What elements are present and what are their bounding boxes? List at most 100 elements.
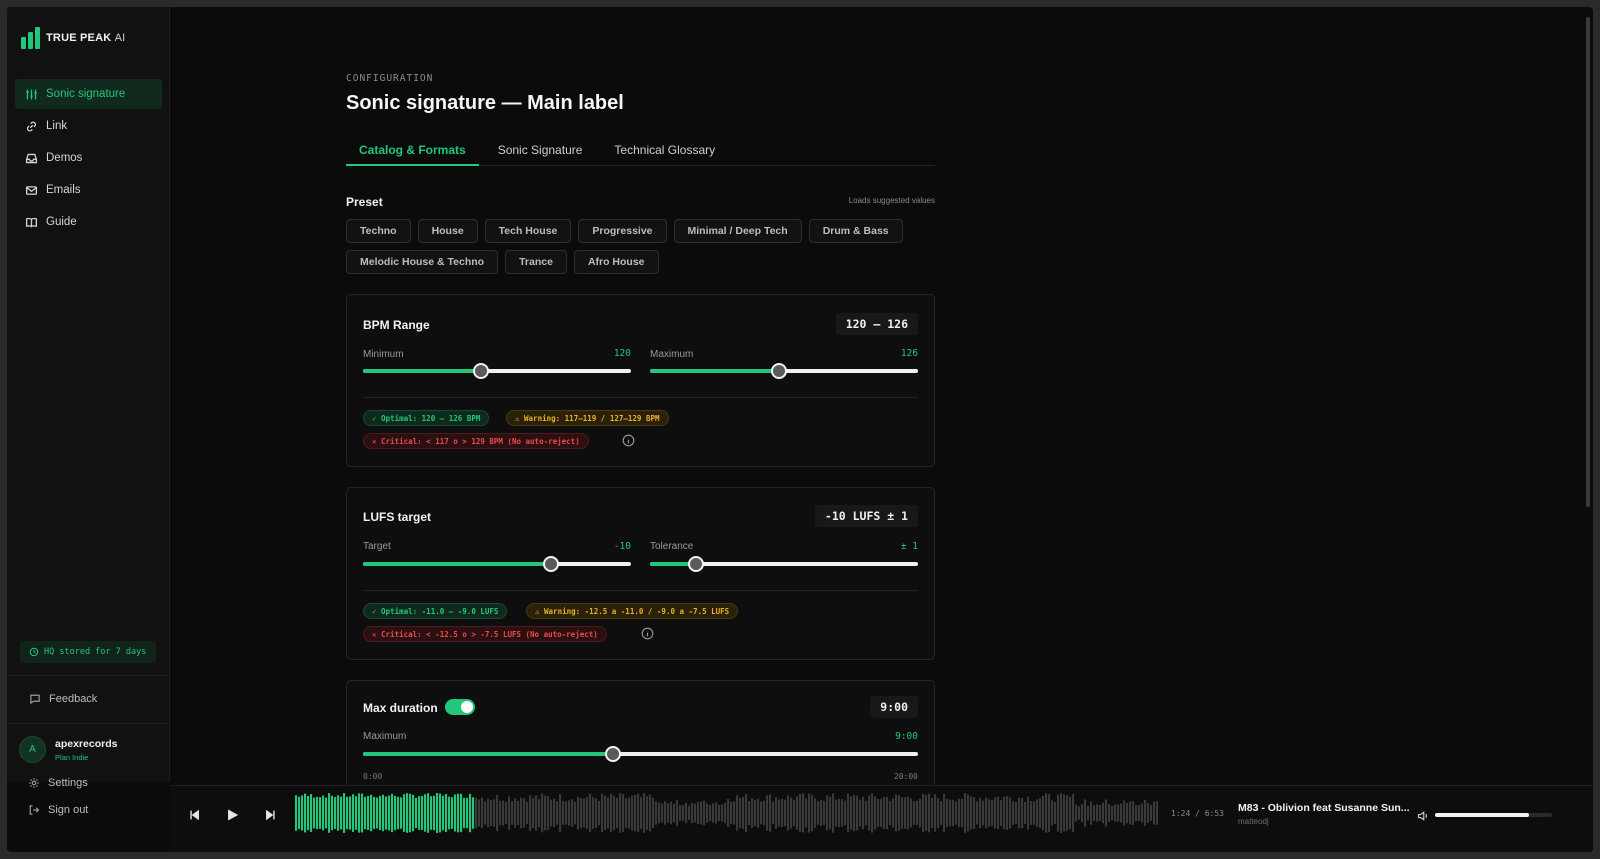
waveform-bar (736, 795, 739, 831)
preset-chip-melodic-house-techno[interactable]: Melodic House & Techno (346, 250, 499, 274)
waveform-bar (622, 794, 625, 832)
user-profile[interactable]: A apexrecords Plan Indie (19, 736, 117, 763)
preset-chip-minimal-deep-tech[interactable]: Minimal / Deep Tech (673, 219, 802, 243)
waveform-bar (970, 796, 973, 830)
feedback-button[interactable]: Feedback (29, 693, 97, 705)
previous-button[interactable] (186, 806, 204, 824)
waveform-bar (937, 798, 940, 828)
waveform-bar (613, 795, 616, 831)
waveform-bar (907, 796, 910, 830)
waveform-bar (682, 804, 685, 822)
slider-thumb[interactable] (472, 363, 489, 379)
sidebar-divider (7, 675, 170, 676)
slider-thumb[interactable] (687, 556, 704, 572)
sidebar-item-link[interactable]: Link (15, 111, 162, 141)
waveform-bar (406, 793, 409, 833)
waveform-bar (520, 797, 523, 829)
waveform-bar (658, 802, 661, 824)
waveform-bar (673, 803, 676, 823)
bpm-max-value: 126 (900, 348, 918, 359)
waveform-bar (1105, 799, 1108, 827)
waveform-bar (559, 794, 562, 832)
waveform-bar (901, 797, 904, 829)
slider-thumb[interactable] (604, 746, 621, 762)
volume-icon[interactable] (1417, 809, 1429, 821)
waveform-bar (325, 797, 328, 829)
slider-thumb[interactable] (542, 556, 559, 572)
logo-icon (21, 27, 40, 49)
waveform-bar (754, 799, 757, 827)
preset-hint: Loads suggested values (848, 196, 935, 205)
waveform-bar (307, 795, 310, 831)
waveform-bar (1009, 797, 1012, 829)
waveform-bar (535, 795, 538, 831)
waveform-bar (610, 793, 613, 833)
waveform-bar (913, 801, 916, 825)
main-content: CONFIGURATION Sonic signature — Main lab… (170, 7, 1593, 785)
waveform-bar (757, 798, 760, 828)
preset-chip-tech-house[interactable]: Tech House (484, 219, 572, 243)
next-button[interactable] (261, 806, 279, 824)
waveform-bar (895, 794, 898, 832)
waveform-bar (421, 796, 424, 830)
lufs-target-slider[interactable] (363, 556, 631, 572)
preset-chip-techno[interactable]: Techno (346, 219, 411, 243)
brand-logo[interactable]: TRUE PEAK AI (21, 27, 125, 49)
info-icon[interactable] (641, 627, 654, 640)
bpm-max-slider[interactable] (650, 363, 918, 379)
preset-chip-house[interactable]: House (417, 219, 478, 243)
waveform-bar (490, 799, 493, 827)
waveform-bar (1138, 804, 1141, 822)
waveform-bar (973, 797, 976, 829)
volume-slider[interactable] (1435, 813, 1552, 817)
preset-chip-drum-bass[interactable]: Drum & Bass (808, 219, 903, 243)
waveform-bar (439, 793, 442, 833)
waveform-bar (835, 799, 838, 827)
preset-chip-afro-house[interactable]: Afro House (573, 250, 659, 274)
waveform-bar (376, 797, 379, 829)
scrollbar[interactable] (1586, 17, 1590, 507)
waveform-bar (571, 799, 574, 827)
waveform-bar (361, 793, 364, 833)
tab-sonic-signature[interactable]: Sonic Signature (485, 137, 596, 166)
tab-technical-glossary[interactable]: Technical Glossary (601, 137, 728, 166)
track-title[interactable]: M83 - Oblivion feat Susanne Sun... (1238, 802, 1410, 814)
lufs-tolerance-slider[interactable] (650, 556, 918, 572)
waveform-bar (748, 801, 751, 825)
sidebar-item-demos[interactable]: Demos (15, 143, 162, 173)
waveform-bar (775, 797, 778, 829)
play-button[interactable] (223, 806, 241, 824)
max-duration-slider[interactable] (363, 746, 918, 762)
waveform-bar (1072, 793, 1075, 833)
waveform-bar (967, 794, 970, 832)
track-artist: matteodj (1238, 817, 1269, 826)
max-duration-value: 9:00 (870, 696, 918, 718)
clock-icon (29, 647, 39, 657)
sidebar-item-emails[interactable]: Emails (15, 175, 162, 205)
waveform-bar (496, 794, 499, 832)
sidebar-item-sonic-signature[interactable]: Sonic signature (15, 79, 162, 109)
sidebar-item-guide[interactable]: Guide (15, 207, 162, 237)
waveform-bar (646, 796, 649, 830)
bpm-range-card: BPM Range 120 – 126 Minimum 120 Maximum … (346, 294, 935, 467)
waveform-bar (841, 799, 844, 827)
waveform-bar (334, 797, 337, 829)
waveform-bar (511, 801, 514, 825)
info-icon[interactable] (622, 434, 635, 447)
waveform-bar (715, 802, 718, 824)
preset-chip-trance[interactable]: Trance (505, 250, 567, 274)
waveform-bar (1093, 805, 1096, 821)
waveform-bar (319, 797, 322, 829)
waveform-bar (1084, 799, 1087, 827)
max-duration-toggle[interactable] (445, 699, 475, 715)
preset-chip-progressive[interactable]: Progressive (578, 219, 667, 243)
waveform-bar (1030, 801, 1033, 825)
settings-button[interactable]: Settings (28, 777, 88, 789)
waveform-bar (1120, 803, 1123, 823)
waveform-bar (862, 796, 865, 830)
bpm-min-slider[interactable] (363, 363, 631, 379)
slider-thumb[interactable] (770, 363, 787, 379)
waveform-seek-bar[interactable] (295, 792, 1159, 834)
sign-out-button[interactable]: Sign out (28, 804, 88, 816)
tab-catalog-formats[interactable]: Catalog & Formats (346, 137, 479, 166)
